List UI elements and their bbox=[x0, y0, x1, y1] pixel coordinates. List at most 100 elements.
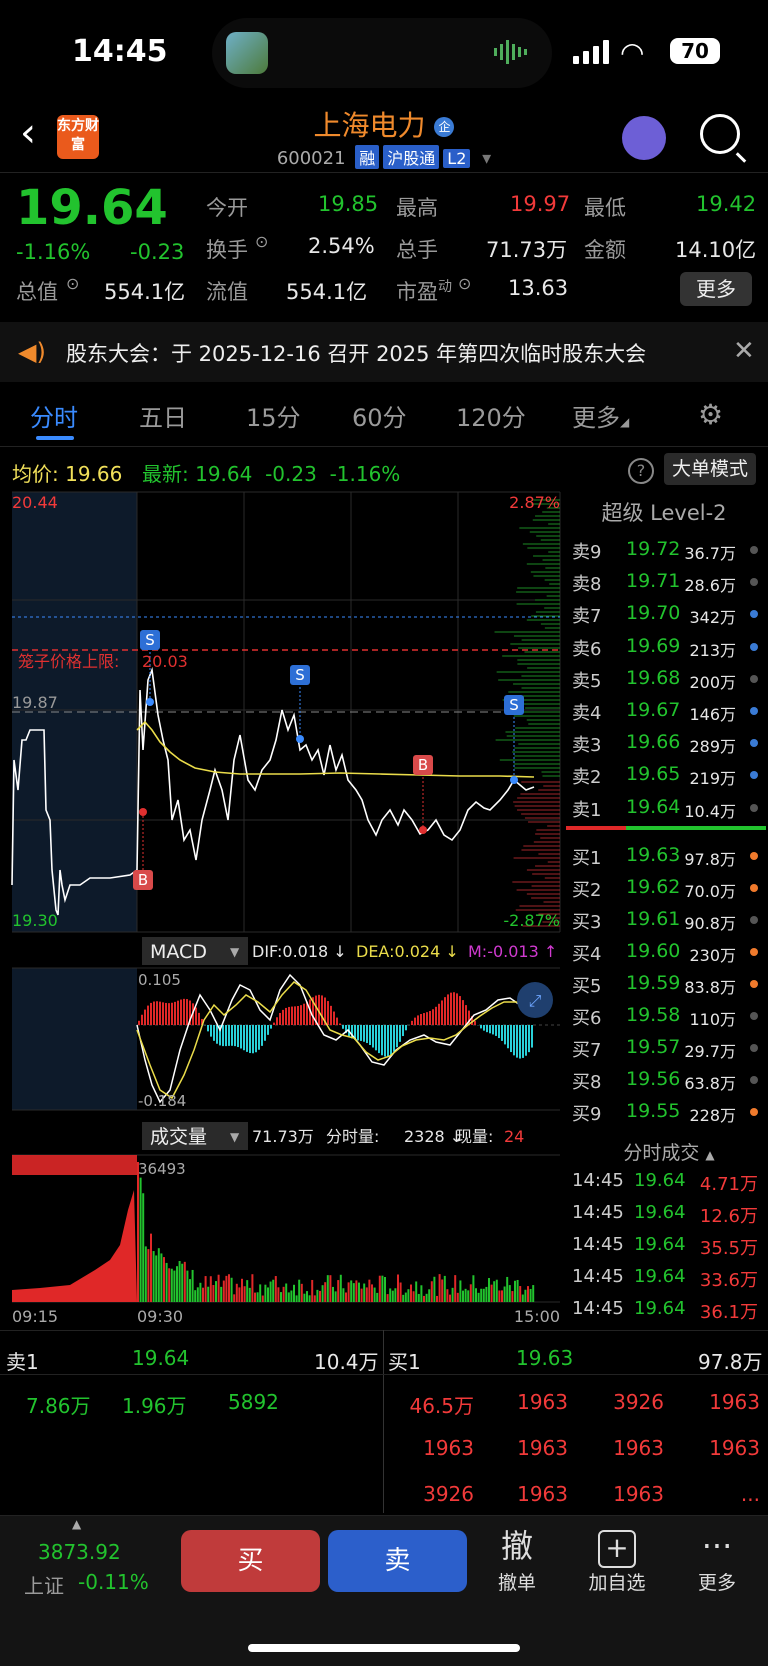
dif-line bbox=[136, 973, 535, 1104]
bid-price: 19.62 bbox=[626, 876, 681, 898]
ask-row[interactable]: 卖1 19.64 10.4万 bbox=[570, 790, 768, 822]
ask-row[interactable]: 卖3 19.66 289万 bbox=[570, 725, 768, 757]
clock: 14:45 bbox=[72, 34, 168, 69]
ask-row[interactable]: 卖7 19.70 342万 bbox=[570, 596, 768, 628]
index-value[interactable]: 3873.92 bbox=[38, 1540, 121, 1564]
bid-queue-order: 3926 bbox=[613, 1390, 664, 1414]
help-icon[interactable]: ? bbox=[628, 458, 654, 484]
tab-120min[interactable]: 120分 bbox=[456, 398, 526, 433]
info-circle-icon[interactable]: ⊙ bbox=[255, 232, 268, 251]
add-icon: + bbox=[598, 1530, 636, 1568]
ask-volume: 36.7万 bbox=[684, 544, 736, 563]
cancel-icon: 撤 bbox=[500, 1527, 533, 1565]
order-flag-dot bbox=[750, 610, 758, 618]
more-quote-button[interactable]: 更多 bbox=[680, 272, 752, 306]
bid-row[interactable]: 买2 19.62 70.0万 bbox=[570, 870, 768, 902]
big-order-mode-button[interactable]: 大单模式 bbox=[664, 453, 756, 485]
bid-row[interactable]: 买4 19.60 230万 bbox=[570, 934, 768, 966]
ask-row[interactable]: 卖2 19.65 219万 bbox=[570, 757, 768, 789]
volume-max-label: 36493 bbox=[138, 1160, 186, 1178]
tab-15min[interactable]: 15分 bbox=[246, 398, 301, 433]
order-flag-dot bbox=[750, 546, 758, 554]
tick-row: 14:45 19.64 36.1万 bbox=[570, 1294, 768, 1326]
order-flag-dot bbox=[750, 771, 758, 779]
tab-more[interactable]: 更多◢ bbox=[572, 398, 629, 433]
time-end-label: 15:00 bbox=[514, 1307, 560, 1326]
search-icon[interactable] bbox=[700, 114, 740, 154]
avg-label: 均价: bbox=[12, 462, 59, 486]
caret-up-icon: ▲ bbox=[72, 1517, 82, 1531]
close-icon[interactable]: ✕ bbox=[733, 336, 755, 366]
bid-row[interactable]: 买1 19.63 97.8万 bbox=[570, 838, 768, 870]
book-ask-price: 19.64 bbox=[132, 1346, 190, 1370]
bid-price: 19.56 bbox=[626, 1068, 681, 1090]
volume-value: 71.73万 bbox=[486, 238, 568, 262]
ask-row[interactable]: 卖4 19.67 146万 bbox=[570, 693, 768, 725]
tick-time: 14:45 bbox=[572, 1234, 624, 1255]
info-circle-icon[interactable]: ⊙ bbox=[66, 274, 79, 293]
ask-level-label: 卖9 bbox=[572, 542, 602, 563]
info-circle-icon[interactable]: ⊙ bbox=[458, 274, 471, 293]
sell-button[interactable]: 卖 bbox=[328, 1530, 467, 1592]
ask-price: 19.66 bbox=[626, 731, 681, 753]
ask-volume: 10.4万 bbox=[684, 802, 736, 821]
more-dots-icon: ··· bbox=[701, 1527, 733, 1565]
cancel-order-button[interactable]: 撤 撤单 bbox=[472, 1524, 562, 1595]
bid-queue-order: 1963 bbox=[517, 1390, 568, 1414]
ask-volume: 342万 bbox=[689, 608, 736, 627]
index-name[interactable]: 上证 bbox=[24, 1570, 64, 1599]
pre-market-volume bbox=[12, 1190, 137, 1302]
gear-icon[interactable]: ⚙ bbox=[698, 398, 723, 431]
ask-row[interactable]: 卖9 19.72 36.7万 bbox=[570, 532, 768, 564]
ticks-title[interactable]: 分时成交 ▲ bbox=[570, 1138, 768, 1165]
bid-row[interactable]: 买3 19.61 90.8万 bbox=[570, 902, 768, 934]
bid-row[interactable]: 买9 19.55 228万 bbox=[570, 1094, 768, 1126]
buy-marker-label: B bbox=[138, 871, 148, 889]
dropdown-caret-icon: ▾ bbox=[482, 148, 492, 169]
assistant-robot-icon[interactable] bbox=[622, 116, 666, 160]
book-ask-vol: 10.4万 bbox=[314, 1350, 379, 1374]
ask-queue-order: 5892 bbox=[228, 1390, 279, 1414]
expand-arrows-icon: ⤢ bbox=[529, 991, 542, 1010]
bid-queue-order: 1963 bbox=[613, 1482, 664, 1506]
pre-market-volume-top bbox=[12, 1155, 137, 1175]
tab-more-label: 更多 bbox=[572, 404, 620, 432]
volume-selector-label: 成交量 bbox=[150, 1126, 207, 1148]
add-watchlist-button[interactable]: + 加自选 bbox=[572, 1524, 662, 1595]
order-flag-dot bbox=[750, 739, 758, 747]
buy-marker-label: B bbox=[418, 756, 428, 774]
notice-text[interactable]: 股东大会：于 2025-12-16 召开 2025 年第四次临时股东大会 bbox=[66, 338, 646, 368]
bid-row[interactable]: 买7 19.57 29.7万 bbox=[570, 1030, 768, 1062]
depth-bars-ask bbox=[494, 499, 560, 777]
bid-row[interactable]: 买8 19.56 63.8万 bbox=[570, 1062, 768, 1094]
tick-price: 19.64 bbox=[634, 1266, 686, 1287]
ask-level-label: 卖5 bbox=[572, 671, 602, 692]
stock-name-text: 上海电力 bbox=[313, 109, 426, 142]
pe-label-sup: 动 bbox=[438, 279, 452, 295]
tick-volume: 35.5万 bbox=[699, 1238, 758, 1259]
tab-five-day[interactable]: 五日 bbox=[139, 398, 187, 433]
ask-row[interactable]: 卖5 19.68 200万 bbox=[570, 661, 768, 693]
ask-row[interactable]: 卖6 19.69 213万 bbox=[570, 629, 768, 661]
more-menu-button[interactable]: ··· 更多 bbox=[672, 1524, 762, 1595]
bid-queue-order: 1963 bbox=[517, 1482, 568, 1506]
ask-level-label: 卖8 bbox=[572, 574, 602, 595]
order-flag-dot bbox=[750, 884, 758, 892]
tick-volume: 12.6万 bbox=[699, 1206, 758, 1227]
cancel-label: 撤单 bbox=[497, 1572, 536, 1594]
pct-max-label: 2.87% bbox=[509, 493, 560, 512]
ask-row[interactable]: 卖8 19.71 28.6万 bbox=[570, 564, 768, 596]
index-change[interactable]: -0.11% bbox=[78, 1570, 149, 1594]
tab-60min[interactable]: 60分 bbox=[352, 398, 407, 433]
bid-row[interactable]: 买6 19.58 110万 bbox=[570, 998, 768, 1030]
active-tab-indicator bbox=[36, 436, 74, 440]
order-flag-dot bbox=[750, 1108, 758, 1116]
pe-value: 13.63 bbox=[508, 276, 569, 300]
ask-volume: 200万 bbox=[689, 673, 736, 692]
buy-button[interactable]: 买 bbox=[181, 1530, 320, 1592]
tab-intraday[interactable]: 分时 bbox=[30, 398, 78, 433]
bid-row[interactable]: 买5 19.59 83.8万 bbox=[570, 966, 768, 998]
open-label: 今开 bbox=[206, 196, 248, 220]
tick-price: 19.64 bbox=[634, 1202, 686, 1223]
volume-now-label: 现量: bbox=[456, 1127, 493, 1146]
